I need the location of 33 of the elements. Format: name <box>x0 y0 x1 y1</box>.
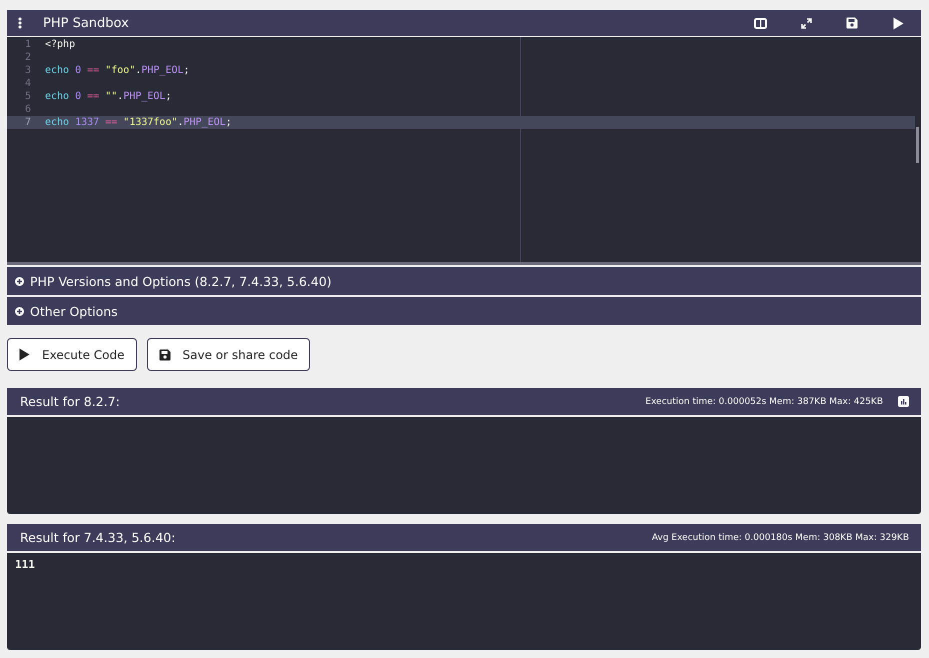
expand-icon <box>800 18 812 28</box>
play-icon <box>892 16 904 30</box>
result-title: Result for 8.2.7: <box>20 394 121 409</box>
chart-icon[interactable] <box>898 396 909 407</box>
line-number: 2 <box>24 51 32 64</box>
line-number: 7 <box>24 116 32 129</box>
play-icon <box>19 348 30 361</box>
expand-icon <box>15 306 24 316</box>
output-text: 111 <box>15 558 35 571</box>
line-number: 4 <box>24 77 32 90</box>
split-view-icon <box>754 18 766 28</box>
code-text: echo 0 == "".PHP_EOL; <box>45 90 172 103</box>
execution-stats: Avg Execution time: 0.000180s Mem: 308KB Max: 329KB <box>652 532 909 542</box>
options-section-header[interactable]: Other Options <box>7 297 921 325</box>
line-number: 1 <box>24 38 32 51</box>
scrollbar-thumb[interactable] <box>916 127 919 163</box>
save-icon <box>158 348 171 360</box>
save-share-button[interactable]: Save or share code <box>146 338 310 371</box>
expand-icon <box>15 276 24 286</box>
execution-stats: Execution time: 0.000052s Mem: 387KB Max: 425KB <box>645 396 883 406</box>
execute-button[interactable]: Execute Code <box>7 338 137 371</box>
line-number: 5 <box>24 90 32 103</box>
code-text: echo 0 == "foo".PHP_EOL; <box>45 64 190 77</box>
code-text: echo 1337 == "1337foo".PHP_EOL; <box>45 116 232 129</box>
line-number: 6 <box>24 103 32 116</box>
options-section-header[interactable]: PHP Versions and Options (8.2.7, 7.4.33, 5.6.40) <box>7 267 921 295</box>
window-title: PHP Sandbox <box>43 16 130 30</box>
line-number: 3 <box>24 64 32 77</box>
save-icon <box>846 17 858 29</box>
menu-icon <box>18 17 22 29</box>
result-title: Result for 7.4.33, 5.6.40: <box>20 530 176 545</box>
code-editor[interactable]: 1 <?php 2 3 echo 0 == "foo".PHP_EOL; 4 5 echo 0 == "".PHP_EOL; 6 7 echo 1337 == "1337foo".PHP_EOL; <box>7 37 921 265</box>
code-text: <?php <box>45 38 76 51</box>
